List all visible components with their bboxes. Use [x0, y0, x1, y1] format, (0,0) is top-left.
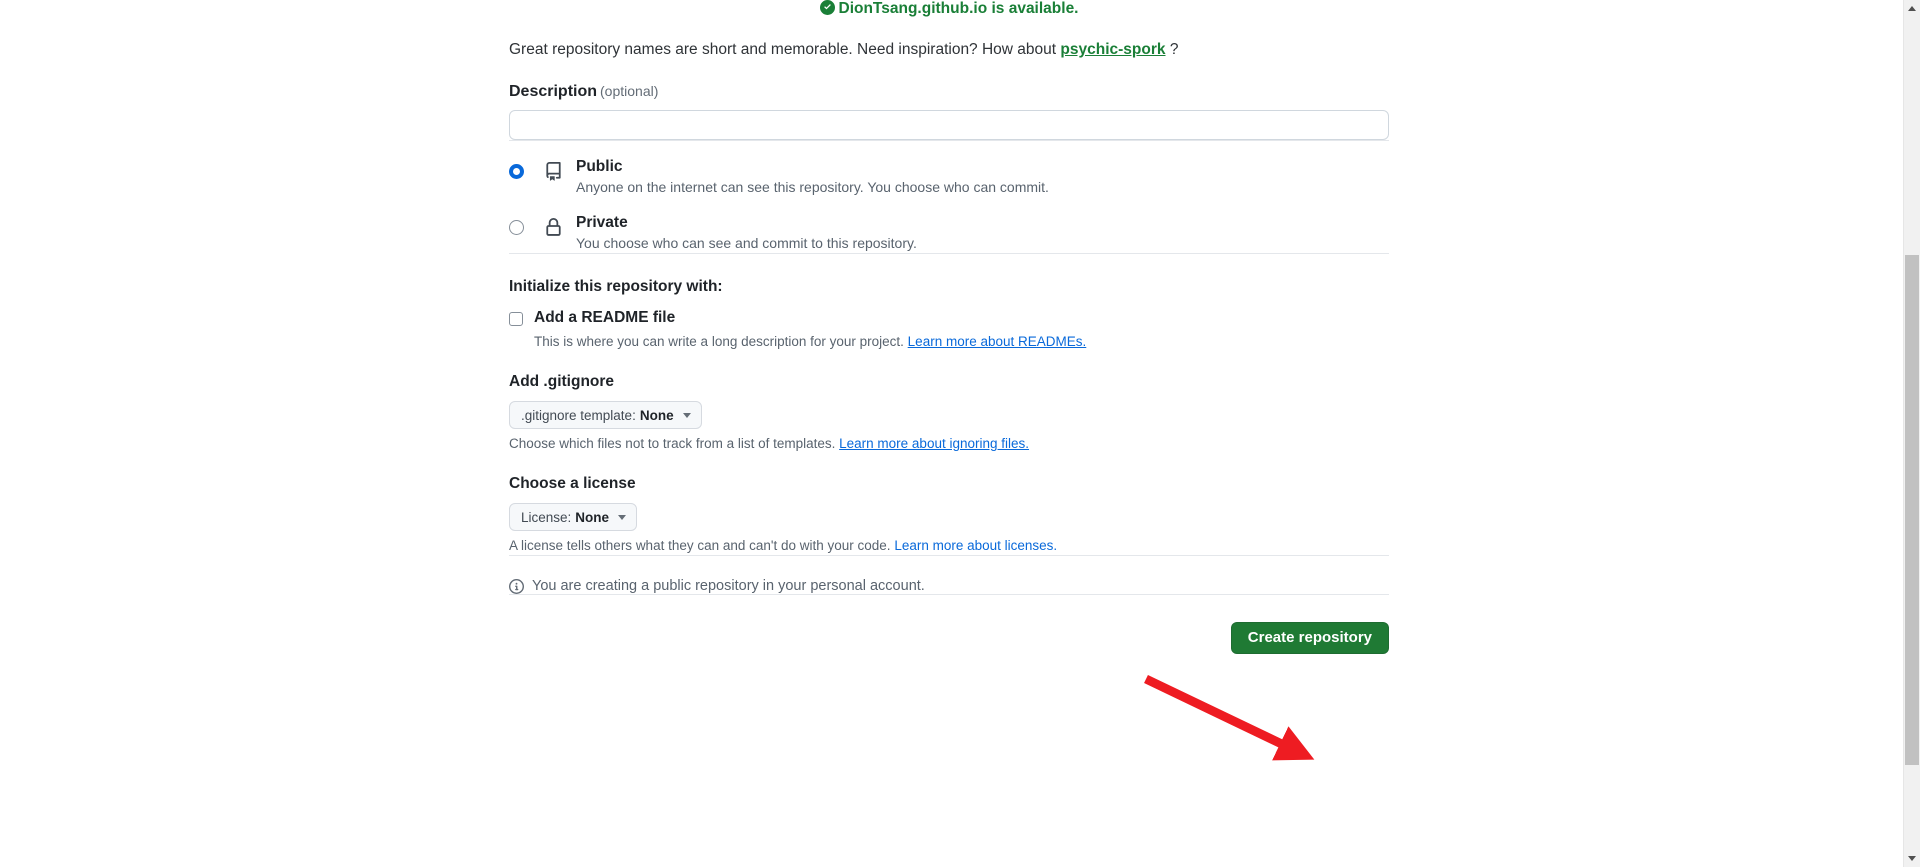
- license-helper-text: A license tells others what they can and…: [509, 537, 1389, 555]
- visibility-private-text: Private You choose who can see and commi…: [576, 213, 1389, 253]
- chevron-down-icon: [618, 514, 627, 520]
- check-circle-icon: [819, 0, 835, 20]
- notice-text: You are creating a public repository in …: [532, 578, 925, 594]
- scroll-up-button[interactable]: [1904, 0, 1920, 17]
- visibility-option-public[interactable]: Public Anyone on the internet can see th…: [509, 157, 1389, 197]
- readme-option[interactable]: Add a README file: [509, 308, 1389, 327]
- vertical-scrollbar[interactable]: [1903, 0, 1920, 867]
- license-dropdown-prefix: License:: [521, 509, 572, 525]
- visibility-public-text: Public Anyone on the internet can see th…: [576, 157, 1389, 197]
- description-label: Description (optional): [509, 83, 1389, 101]
- visibility-option-private[interactable]: Private You choose who can see and commi…: [509, 213, 1389, 253]
- gitignore-learn-more-link[interactable]: Learn more about ignoring files.: [839, 436, 1029, 451]
- license-dropdown[interactable]: License: None: [509, 503, 638, 531]
- gitignore-dropdown-value: None: [639, 407, 674, 423]
- readme-helper-prefix: This is where you can write a long descr…: [534, 334, 908, 349]
- radio-public[interactable]: [509, 164, 524, 179]
- divider-after-notice: [509, 594, 1389, 596]
- availability-text: DionTsang.github.io is available.: [838, 0, 1079, 17]
- description-input[interactable]: [509, 110, 1389, 140]
- readme-learn-more-link[interactable]: Learn more about READMEs.: [908, 334, 1087, 349]
- visibility-private-subtitle: You choose who can see and commit to thi…: [576, 235, 917, 251]
- gitignore-dropdown-prefix: .gitignore template:: [521, 407, 636, 423]
- description-optional-tag: (optional): [600, 83, 659, 99]
- submit-row: Create repository: [509, 622, 1389, 654]
- description-label-text: Description: [509, 83, 598, 100]
- name-availability-message: DionTsang.github.io is available.: [509, 0, 1389, 18]
- license-learn-more-link[interactable]: Learn more about licenses.: [894, 538, 1057, 553]
- divider-after-description: [509, 140, 1389, 142]
- chevron-up-icon: [1908, 6, 1916, 11]
- create-repository-button[interactable]: Create repository: [1230, 622, 1389, 654]
- gitignore-helper-prefix: Choose which files not to track from a l…: [509, 436, 840, 451]
- scrollbar-thumb[interactable]: [1905, 255, 1919, 765]
- repository-create-page: DionTsang.github.io is available. Great …: [0, 0, 1903, 867]
- chevron-down-icon: [1908, 856, 1916, 861]
- chevron-down-icon: [682, 412, 691, 418]
- gitignore-template-dropdown[interactable]: .gitignore template: None: [509, 401, 702, 429]
- readme-helper-text: This is where you can write a long descr…: [534, 333, 1389, 351]
- divider-after-visibility: [509, 253, 1389, 255]
- divider-before-notice: [509, 555, 1389, 557]
- visibility-public-title: Public: [576, 158, 623, 175]
- inspiration-prefix: Great repository names are short and mem…: [509, 41, 1061, 58]
- suggested-name-link[interactable]: psychic-spork: [1060, 41, 1165, 58]
- visibility-notice: You are creating a public repository in …: [509, 578, 1389, 594]
- gitignore-helper-text: Choose which files not to track from a l…: [509, 435, 1389, 453]
- gitignore-heading: Add .gitignore: [509, 373, 615, 390]
- lock-icon: [544, 218, 564, 242]
- initialize-heading: Initialize this repository with:: [509, 278, 723, 295]
- readme-label: Add a README file: [534, 309, 676, 326]
- repo-name-inspiration: Great repository names are short and mem…: [509, 40, 1389, 60]
- new-repository-form: DionTsang.github.io is available. Great …: [509, 0, 1389, 654]
- visibility-private-title: Private: [576, 214, 628, 231]
- inspiration-suffix: ?: [1165, 41, 1179, 58]
- info-icon: [509, 578, 524, 594]
- scroll-down-button[interactable]: [1904, 850, 1920, 867]
- checkbox-add-readme[interactable]: [509, 312, 523, 326]
- radio-private[interactable]: [509, 220, 524, 235]
- license-helper-prefix: A license tells others what they can and…: [509, 538, 895, 553]
- visibility-public-subtitle: Anyone on the internet can see this repo…: [576, 179, 1049, 195]
- license-dropdown-value: None: [575, 509, 610, 525]
- license-heading: Choose a license: [509, 475, 636, 492]
- repo-icon: [544, 162, 564, 186]
